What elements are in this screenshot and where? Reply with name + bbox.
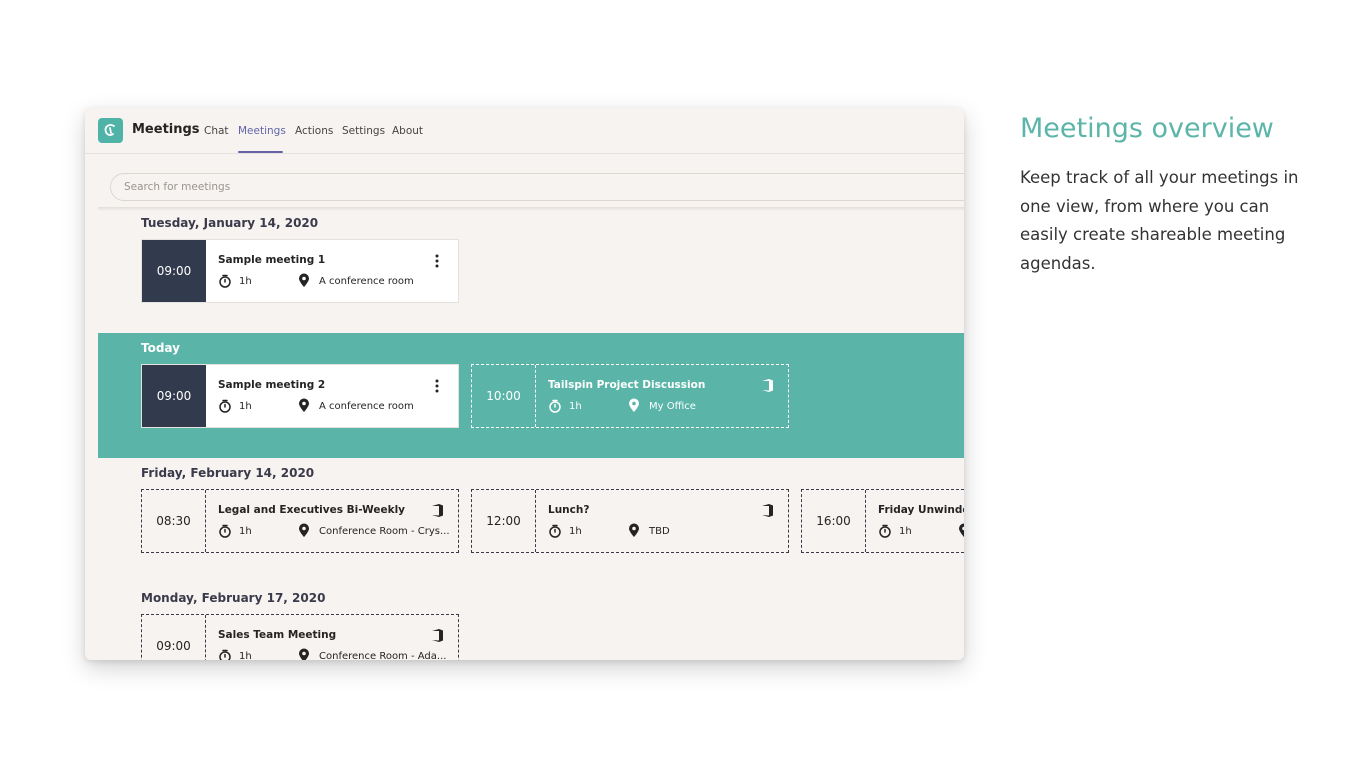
more-vertical-icon[interactable] [434,379,440,393]
feature-title: Meetings overview [1020,113,1274,144]
meeting-location: A conference room [319,401,414,412]
office-icon [432,504,443,517]
timer-icon [219,274,231,288]
meeting-time: 10:00 [472,365,536,427]
meeting-title: Legal and Executives Bi-Weekly [218,504,406,516]
meeting-card[interactable]: 09:00 Sample meeting 1 1h A conference r… [141,239,459,303]
meeting-card[interactable]: 09:00 Sample meeting 2 1h A conference r… [141,364,459,428]
timer-icon [219,649,231,660]
meeting-title: Sales Team Meeting [218,629,337,641]
meeting-location: A conference room [319,276,414,287]
location-pin-icon [629,398,639,412]
meeting-duration: 1h [569,526,582,537]
meeting-duration: 1h [239,526,252,537]
timer-icon [219,399,231,413]
meeting-time: 09:00 [142,615,206,660]
meeting-duration: 1h [239,276,252,287]
meeting-title: Sample meeting 1 [218,254,326,266]
meeting-card[interactable]: 10:00 Tailspin Project Discussion 1h My … [471,364,789,428]
tab-meetings[interactable]: Meetings [238,125,286,137]
day-heading: Monday, February 17, 2020 [141,591,326,605]
meeting-title: Lunch? [548,504,590,516]
active-tab-indicator [238,151,283,153]
meeting-location: Conference Room - Ada... [319,651,447,660]
meeting-time: 09:00 [142,365,206,427]
office-icon [432,629,443,642]
app-title: Meetings [132,122,200,137]
tab-actions[interactable]: Actions [295,125,333,137]
meeting-duration: 1h [239,401,252,412]
location-pin-icon [299,273,309,287]
location-pin-icon [959,523,964,537]
meeting-duration: 1h [239,651,252,660]
timer-icon [879,524,891,538]
timer-icon [219,524,231,538]
day-heading: Friday, February 14, 2020 [141,466,315,480]
timer-icon [549,399,561,413]
app-logo-icon[interactable] [98,118,123,143]
meeting-title: Friday Unwinde [878,504,964,516]
day-heading-today: Today [141,341,180,355]
meeting-time: 08:30 [142,490,206,552]
app-window: Meetings Chat Meetings Actions Settings … [85,108,964,660]
meeting-card[interactable]: 09:00 Sales Team Meeting 1h Conference R… [141,614,459,660]
meeting-location: TBD [649,526,670,537]
feature-description: Keep track of all your meetings in one v… [1020,168,1299,273]
office-icon [762,504,773,517]
meeting-title: Sample meeting 2 [218,379,326,391]
tab-settings[interactable]: Settings [342,125,385,137]
more-vertical-icon[interactable] [434,254,440,268]
meeting-time: 09:00 [142,240,206,302]
meeting-title: Tailspin Project Discussion [548,379,706,391]
search-input[interactable]: Search for meetings [110,173,964,201]
tab-about[interactable]: About [392,125,423,137]
timer-icon [549,524,561,538]
scroll-shadow [98,207,964,211]
meeting-time: 16:00 [802,490,866,552]
location-pin-icon [299,523,309,537]
app-header: Meetings Chat Meetings Actions Settings … [85,108,964,154]
meeting-card[interactable]: 16:00 Friday Unwinde 1h [801,489,964,553]
day-heading: Tuesday, January 14, 2020 [141,216,319,230]
location-pin-icon [299,648,309,660]
meeting-card[interactable]: 08:30 Legal and Executives Bi-Weekly 1h … [141,489,459,553]
meeting-duration: 1h [899,526,912,537]
tab-chat[interactable]: Chat [204,125,229,137]
office-icon [762,379,773,392]
meeting-location: My Office [649,401,696,412]
meeting-duration: 1h [569,401,582,412]
location-pin-icon [629,523,639,537]
meeting-location: Conference Room - Crys... [319,526,450,537]
meeting-time: 12:00 [472,490,536,552]
meeting-card[interactable]: 12:00 Lunch? 1h TBD [471,489,789,553]
location-pin-icon [299,398,309,412]
